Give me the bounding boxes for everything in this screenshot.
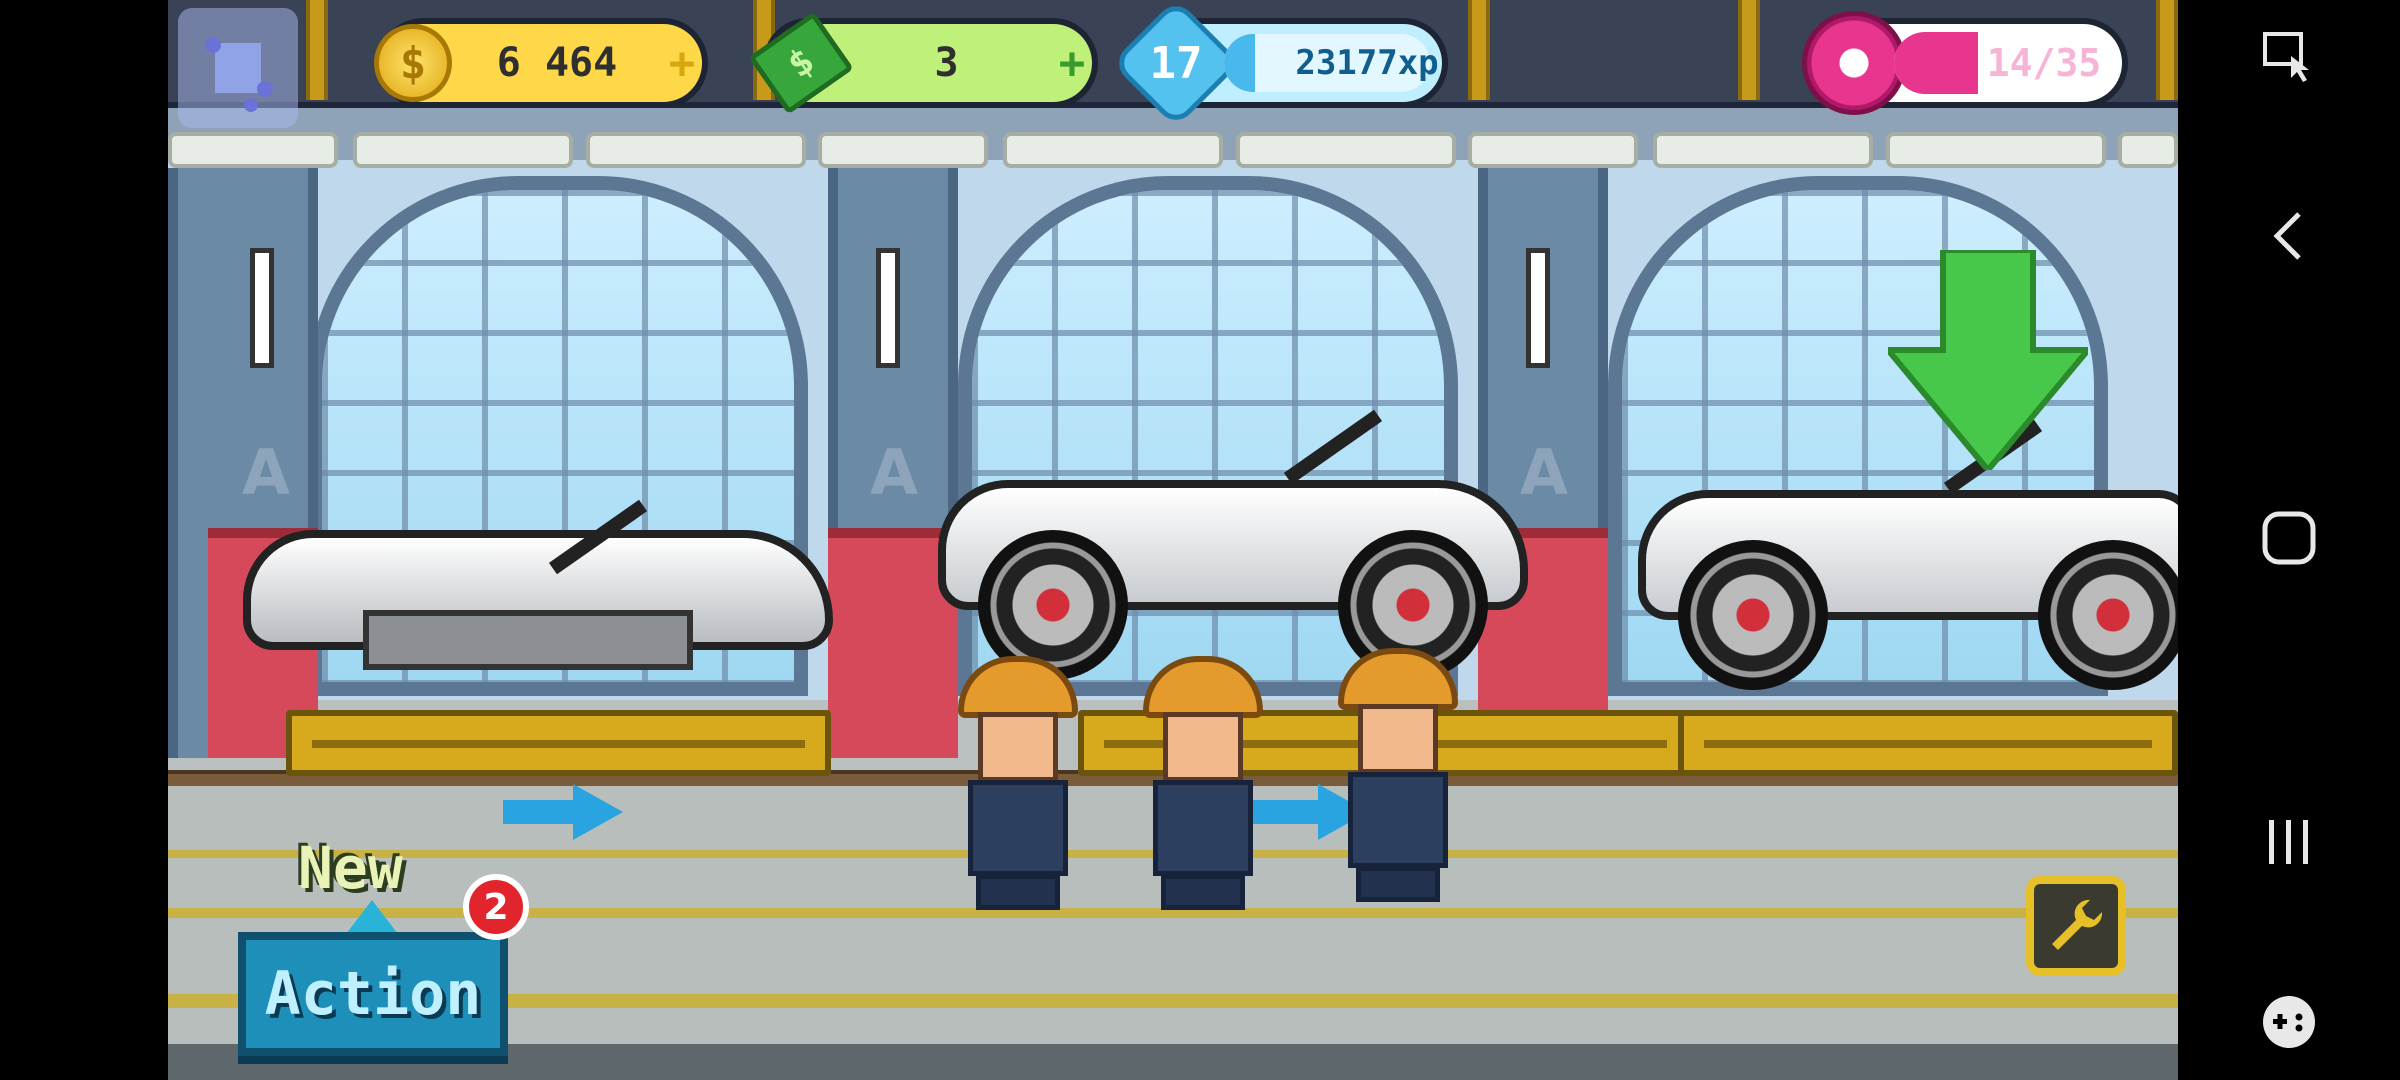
lamp-icon (1526, 248, 1550, 368)
ceiling-beam (2118, 132, 2178, 168)
conveyor-platform (286, 710, 831, 776)
recents-button[interactable] (2253, 806, 2325, 878)
back-button[interactable] (2253, 200, 2325, 272)
ceiling-beam (1653, 132, 1873, 168)
bar-post (1468, 0, 1490, 100)
donut-value: 14/35 (1986, 41, 2102, 85)
coins-pill[interactable]: $ 6 464 + (374, 18, 708, 108)
ceiling-beam (168, 132, 338, 168)
bar-post (1738, 0, 1760, 100)
screenshot-tool-icon (2263, 32, 2309, 82)
coins-value: 6 464 (496, 40, 618, 86)
avatar-icon (205, 37, 273, 112)
car-frame-stage1[interactable] (243, 470, 833, 710)
ceiling-beam (1003, 132, 1223, 168)
avatar-slot[interactable] (178, 8, 298, 128)
screen: $ 6 464 + $ 3 + 17 23177xp 14/35 A A A N… (0, 0, 2400, 1080)
down-arrow-icon[interactable] (1888, 250, 2088, 470)
add-coins-button[interactable]: + (662, 38, 702, 89)
resource-bar: $ 6 464 + $ 3 + 17 23177xp 14/35 (168, 0, 2178, 129)
bar-post (2156, 0, 2178, 100)
notification-badge: 2 (463, 874, 529, 940)
home-icon (2262, 511, 2316, 565)
screenshot-tool-button[interactable] (2253, 20, 2325, 92)
xp-value: 23177xp (1295, 43, 1439, 83)
action-button-label: Action (264, 959, 482, 1029)
bar-post (306, 0, 328, 100)
game-viewport[interactable]: $ 6 464 + $ 3 + 17 23177xp 14/35 A A A N… (168, 0, 2178, 1080)
wrench-icon (2052, 899, 2103, 950)
coin-icon: $ (374, 24, 452, 102)
ceiling-beam (1886, 132, 2106, 168)
lamp-icon (250, 248, 274, 368)
ceiling-beam (1236, 132, 1456, 168)
xp-pill[interactable]: 17 23177xp (1110, 0, 1448, 129)
ceiling-beam (818, 132, 988, 168)
action-button[interactable]: Action (238, 932, 508, 1056)
lamp-icon (876, 248, 900, 368)
worker-character[interactable] (1143, 656, 1263, 916)
cash-pill[interactable]: $ 3 + (748, 11, 1098, 115)
game-tools-icon (2263, 996, 2315, 1048)
wrench-button[interactable] (2026, 876, 2126, 976)
worker-character[interactable] (1338, 648, 1458, 908)
game-tools-button[interactable] (2253, 986, 2325, 1058)
back-icon (2273, 212, 2301, 260)
ceiling-beam (1468, 132, 1638, 168)
android-nav-bar (2178, 0, 2400, 1080)
worker-character[interactable] (958, 656, 1078, 916)
home-button[interactable] (2253, 502, 2325, 574)
ceiling-beam (586, 132, 806, 168)
level-number: 17 (1149, 37, 1203, 89)
donut-pill[interactable]: 14/35 (1802, 11, 2128, 115)
conveyor-arrow-icon (503, 784, 623, 840)
ceiling-beam (353, 132, 573, 168)
cash-value: 3 (934, 40, 959, 86)
new-label: New (298, 834, 403, 902)
car-assembled-stage2[interactable] (938, 409, 1528, 680)
caret-up-icon (346, 900, 398, 934)
recents-icon (2269, 820, 2308, 864)
conveyor-platform (1678, 710, 2178, 776)
donut-icon (1802, 11, 1906, 115)
add-cash-button[interactable]: + (1052, 38, 1092, 89)
